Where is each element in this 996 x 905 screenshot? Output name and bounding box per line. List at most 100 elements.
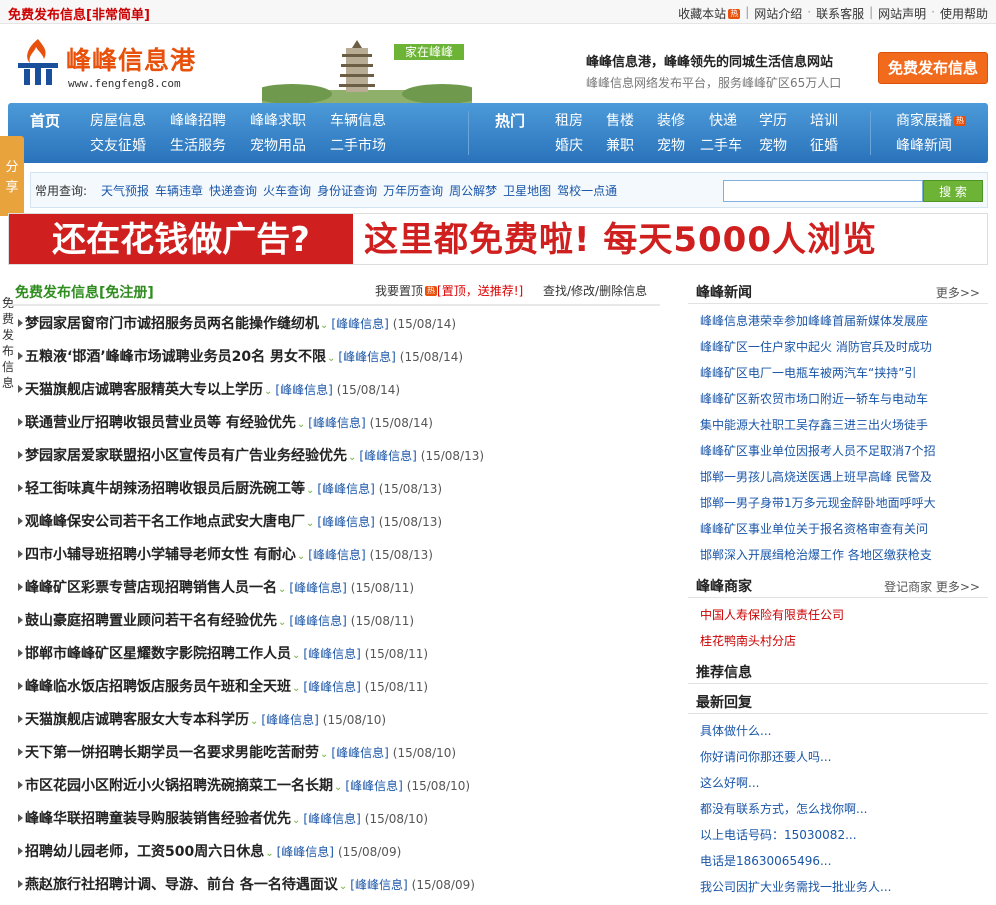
reply-item[interactable]: 我公司因扩大业务需找一批业务人... bbox=[700, 874, 988, 900]
table-row[interactable]: 鼓山豪庭招聘置业顾问若干名有经验优先⌄ [峰峰信息] (15/08/11) bbox=[8, 605, 660, 638]
nav-pets[interactable]: 宠物用品 bbox=[250, 135, 306, 155]
nav-seek-job[interactable]: 峰峰求职 bbox=[250, 110, 306, 130]
search-button[interactable]: 搜 索 bbox=[923, 180, 983, 202]
reply-item[interactable]: 这么好啊... bbox=[700, 770, 988, 796]
nav-news[interactable]: 峰峰新闻 bbox=[896, 135, 952, 155]
query-train[interactable]: 火车查询 bbox=[263, 182, 311, 199]
nav-decor[interactable]: 装修 bbox=[657, 110, 685, 130]
query-express[interactable]: 快递查询 bbox=[209, 182, 257, 199]
info-source-link[interactable]: [峰峰信息] bbox=[303, 812, 360, 826]
nav-express[interactable]: 快递 bbox=[709, 110, 737, 130]
table-row[interactable]: 峰峰矿区彩票专营店现招聘销售人员一名⌄ [峰峰信息] (15/08/11) bbox=[8, 572, 660, 605]
info-source-link[interactable]: [峰峰信息] bbox=[317, 482, 374, 496]
table-row[interactable]: 梦园家居爱家联盟招小区宣传员有广告业务经验优先⌄ [峰峰信息] (15/08/13) bbox=[8, 440, 660, 473]
free-post-link[interactable]: 免费发布信息[非常简单] bbox=[8, 4, 150, 23]
table-row[interactable]: 峰峰临水饭店招聘饭店服务员午班和全天班⌄ [峰峰信息] (15/08/11) bbox=[8, 671, 660, 704]
info-title-link[interactable]: 峰峰临水饭店招聘饭店服务员午班和全天班 bbox=[25, 679, 291, 695]
news-item[interactable]: 峰峰矿区一住户家中起火 消防官兵及时成功 bbox=[700, 334, 988, 360]
reply-item[interactable]: 具体做什么... bbox=[700, 718, 988, 744]
info-source-link[interactable]: [峰峰信息] bbox=[317, 515, 374, 529]
query-traffic[interactable]: 车辆违章 bbox=[155, 182, 203, 199]
info-source-link[interactable]: [峰峰信息] bbox=[289, 614, 346, 628]
news-more-link[interactable]: 更多>> bbox=[936, 284, 980, 301]
info-source-link[interactable]: [峰峰信息] bbox=[289, 581, 346, 595]
reply-item[interactable]: 电话是18630065496... bbox=[700, 848, 988, 874]
manage-info-link[interactable]: 查找/修改/删除信息 bbox=[543, 282, 647, 299]
query-calendar[interactable]: 万年历查询 bbox=[383, 182, 443, 199]
news-item[interactable]: 集中能源大社职工吴存鑫三进三出火场徒手 bbox=[700, 412, 988, 438]
query-driving[interactable]: 驾校一点通 bbox=[557, 182, 617, 199]
info-title-link[interactable]: 联通营业厅招聘收银员营业员等 有经验优先 bbox=[25, 415, 296, 431]
nav-life[interactable]: 生活服务 bbox=[170, 135, 226, 155]
nav-merchants[interactable]: 商家展播热 bbox=[896, 110, 966, 130]
merchant-more-link[interactable]: 登记商家 更多>> bbox=[884, 578, 980, 595]
table-row[interactable]: 轻工街味真牛胡辣汤招聘收银员后厨洗碗工等⌄ [峰峰信息] (15/08/13) bbox=[8, 473, 660, 506]
post-info-button[interactable]: 免费发布信息 bbox=[878, 52, 988, 84]
nav-used-car[interactable]: 二手车 bbox=[700, 135, 742, 155]
info-source-link[interactable]: [峰峰信息] bbox=[303, 680, 360, 694]
query-map[interactable]: 卫星地图 bbox=[503, 182, 551, 199]
info-list-title[interactable]: 免费发布信息[免注册] bbox=[15, 282, 154, 302]
query-dream[interactable]: 周公解梦 bbox=[449, 182, 497, 199]
query-weather[interactable]: 天气预报 bbox=[101, 182, 149, 199]
site-logo[interactable]: 峰峰信息港 www.fengfeng8.com bbox=[14, 33, 204, 93]
statement-link[interactable]: 网站声明 bbox=[878, 5, 926, 22]
info-title-link[interactable]: 峰峰华联招聘童装导购服装销售经验者优先 bbox=[25, 811, 291, 827]
nav-wedding[interactable]: 婚庆 bbox=[555, 135, 583, 155]
table-row[interactable]: 天猫旗舰店诚聘客服精英大专以上学历⌄ [峰峰信息] (15/08/14) bbox=[8, 374, 660, 407]
table-row[interactable]: 燕赵旅行社招聘计调、导游、前台 各一名待遇面议⌄ [峰峰信息] (15/08/09) bbox=[8, 869, 660, 902]
table-row[interactable]: 观峰峰保安公司若干名工作地点武安大唐电厂⌄ [峰峰信息] (15/08/13) bbox=[8, 506, 660, 539]
nav-jobs[interactable]: 峰峰招聘 bbox=[170, 110, 226, 130]
info-title-link[interactable]: 梦园家居窗帘门市诚招服务员两名能操作缝纫机 bbox=[25, 316, 319, 332]
about-link[interactable]: 网站介绍 bbox=[754, 5, 802, 22]
info-title-link[interactable]: 五粮液‘邯酒’峰峰市场诚聘业务员20名 男女不限 bbox=[25, 349, 326, 365]
nav-secondhand[interactable]: 二手市场 bbox=[330, 135, 386, 155]
info-title-link[interactable]: 轻工街味真牛胡辣汤招聘收银员后厨洗碗工等 bbox=[25, 481, 305, 497]
table-row[interactable]: 峰峰华联招聘童装导购服装销售经验者优先⌄ [峰峰信息] (15/08/10) bbox=[8, 803, 660, 836]
news-item[interactable]: 峰峰矿区新农贸市场口附近一轿车与电动车 bbox=[700, 386, 988, 412]
table-row[interactable]: 招聘幼儿园老师，工资500周六日休息⌄ [峰峰信息] (15/08/09) bbox=[8, 836, 660, 869]
query-idcard[interactable]: 身份证查询 bbox=[317, 182, 377, 199]
nav-degree[interactable]: 学历 bbox=[759, 110, 787, 130]
nav-house[interactable]: 房屋信息 bbox=[90, 110, 146, 130]
table-row[interactable]: 五粮液‘邯酒’峰峰市场诚聘业务员20名 男女不限⌄ [峰峰信息] (15/08/14… bbox=[8, 341, 660, 374]
nav-pet-2[interactable]: 宠物 bbox=[759, 135, 787, 155]
table-row[interactable]: 梦园家居窗帘门市诚招服务员两名能操作缝纫机⌄ [峰峰信息] (15/08/14) bbox=[8, 308, 660, 341]
table-row[interactable]: 天下第一饼招聘长期学员一名要求男能吃苦耐劳⌄ [峰峰信息] (15/08/10) bbox=[8, 737, 660, 770]
ad-banner[interactable]: 还在花钱做广告? 这里都免费啦! 每天5000人浏览 bbox=[8, 213, 988, 265]
nav-rent[interactable]: 租房 bbox=[555, 110, 583, 130]
info-title-link[interactable]: 四市小辅导班招聘小学辅导老师女性 有耐心 bbox=[25, 547, 296, 563]
bookmark-link[interactable]: 收藏本站热 bbox=[678, 5, 741, 22]
info-source-link[interactable]: [峰峰信息] bbox=[345, 779, 402, 793]
info-title-link[interactable]: 鼓山豪庭招聘置业顾问若干名有经验优先 bbox=[25, 613, 277, 629]
info-source-link[interactable]: [峰峰信息] bbox=[277, 845, 334, 859]
nav-marriage[interactable]: 征婚 bbox=[810, 135, 838, 155]
nav-vehicles[interactable]: 车辆信息 bbox=[330, 110, 386, 130]
info-source-link[interactable]: [峰峰信息] bbox=[303, 647, 360, 661]
info-source-link[interactable]: [峰峰信息] bbox=[338, 350, 395, 364]
table-row[interactable]: 联通营业厅招聘收银员营业员等 有经验优先⌄ [峰峰信息] (15/08/14) bbox=[8, 407, 660, 440]
info-source-link[interactable]: [峰峰信息] bbox=[308, 416, 365, 430]
info-title-link[interactable]: 招聘幼儿园老师，工资500周六日休息 bbox=[25, 844, 264, 860]
info-title-link[interactable]: 天猫旗舰店诚聘客服精英大专以上学历 bbox=[25, 382, 263, 398]
info-title-link[interactable]: 市区花园小区附近小火锅招聘洗碗摘菜工一名长期 bbox=[25, 778, 333, 794]
nav-sale[interactable]: 售楼 bbox=[606, 110, 634, 130]
news-item[interactable]: 峰峰信息港荣幸参加峰峰首届新媒体发展座 bbox=[700, 308, 988, 334]
share-button[interactable]: 分享 bbox=[0, 136, 24, 216]
info-title-link[interactable]: 观峰峰保安公司若干名工作地点武安大唐电厂 bbox=[25, 514, 305, 530]
info-title-link[interactable]: 梦园家居爱家联盟招小区宣传员有广告业务经验优先 bbox=[25, 448, 347, 464]
nav-pet[interactable]: 宠物 bbox=[657, 135, 685, 155]
news-item[interactable]: 邯郸一男子身带1万多元现金醉卧地面呼呼大 bbox=[700, 490, 988, 516]
info-source-link[interactable]: [峰峰信息] bbox=[275, 383, 332, 397]
search-input[interactable] bbox=[723, 180, 923, 202]
info-source-link[interactable]: [峰峰信息] bbox=[261, 713, 318, 727]
merchant-item[interactable]: 中国人寿保险有限责任公司 bbox=[700, 602, 988, 628]
news-item[interactable]: 峰峰矿区电厂一电瓶车被两汽车“挟持”引 bbox=[700, 360, 988, 386]
contact-link[interactable]: 联系客服 bbox=[816, 5, 864, 22]
info-title-link[interactable]: 天猫旗舰店诚聘客服女大专本科学历 bbox=[25, 712, 249, 728]
info-source-link[interactable]: [峰峰信息] bbox=[331, 746, 388, 760]
news-item[interactable]: 峰峰矿区事业单位因报考人员不足取消7个招 bbox=[700, 438, 988, 464]
info-title-link[interactable]: 天下第一饼招聘长期学员一名要求男能吃苦耐劳 bbox=[25, 745, 319, 761]
nav-parttime[interactable]: 兼职 bbox=[606, 135, 634, 155]
info-source-link[interactable]: [峰峰信息] bbox=[308, 548, 365, 562]
